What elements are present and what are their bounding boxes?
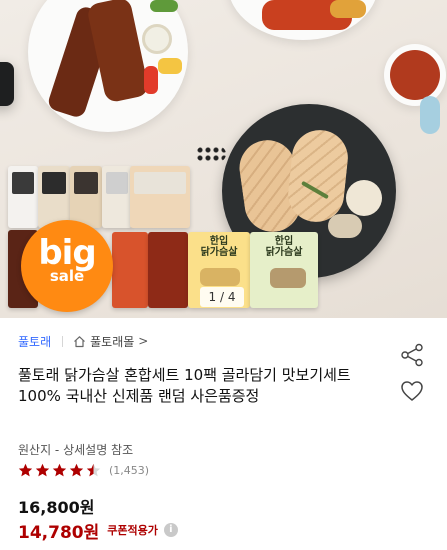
brand-row: 풀토래 풀토래몰 > bbox=[18, 333, 148, 349]
sauce bbox=[390, 50, 440, 100]
pack-row2-2 bbox=[112, 232, 148, 308]
mushroom bbox=[328, 214, 362, 238]
star-icon bbox=[35, 463, 50, 476]
brand-link[interactable]: 풀토래 bbox=[18, 333, 51, 350]
review-count[interactable]: (1,453) bbox=[109, 464, 149, 477]
origin-info: 원산지 - 상세설명 참조 bbox=[18, 443, 134, 457]
star-icon bbox=[18, 463, 33, 476]
peppercorns bbox=[196, 146, 226, 162]
pack-row1-4 bbox=[102, 166, 132, 228]
pack-row1-3 bbox=[70, 166, 102, 228]
coupon-price-label: 쿠폰적용가 bbox=[107, 524, 158, 537]
wishlist-button[interactable] bbox=[399, 379, 425, 403]
lotus-root bbox=[142, 24, 172, 54]
store-link[interactable]: 풀토래몰 > bbox=[73, 333, 148, 350]
pack-row1-1 bbox=[8, 166, 38, 228]
pack-row1-5 bbox=[130, 166, 190, 228]
share-button[interactable] bbox=[399, 342, 425, 368]
share-icon bbox=[401, 343, 423, 367]
star-icon bbox=[86, 463, 101, 476]
badge-sale-text: sale bbox=[49, 267, 85, 285]
pack-row2-3 bbox=[148, 232, 188, 308]
small-bowl-left bbox=[0, 62, 14, 106]
rating-row[interactable]: (1,453) bbox=[18, 462, 149, 478]
corn bbox=[158, 58, 182, 74]
tomato bbox=[144, 66, 158, 94]
badge-big-text: big bbox=[38, 233, 96, 273]
big-sale-badge: big sale bbox=[21, 220, 113, 312]
star-icon bbox=[69, 463, 84, 476]
star-icon bbox=[52, 463, 67, 476]
pack-title-2: 한입 닭가슴살 bbox=[265, 236, 303, 258]
heart-icon bbox=[401, 381, 423, 401]
product-image-carousel[interactable]: 한입 닭가슴살 한입 닭가슴살 big sale 1 / 4 bbox=[0, 0, 447, 318]
pack-row2-5-product bbox=[270, 268, 306, 288]
house-icon bbox=[73, 335, 86, 348]
pack-title-1: 한입 닭가슴살 bbox=[200, 236, 238, 258]
star-rating bbox=[18, 463, 103, 478]
sale-price: 14,780원 bbox=[18, 522, 100, 543]
pack-row2-4-product bbox=[200, 268, 240, 286]
plate-top-right-food-2 bbox=[330, 0, 366, 18]
greens bbox=[150, 0, 178, 12]
original-price: 16,800원 bbox=[18, 498, 95, 517]
chevron-right-icon: > bbox=[138, 334, 149, 348]
sale-price-row: 14,780원 쿠폰적용가 i bbox=[18, 519, 178, 543]
info-icon[interactable]: i bbox=[163, 523, 178, 537]
spoon-handle bbox=[420, 96, 440, 134]
pack-row1-2 bbox=[38, 166, 70, 228]
divider bbox=[62, 335, 64, 347]
image-counter: 1 / 4 bbox=[200, 287, 244, 307]
store-name: 풀토래몰 bbox=[90, 334, 135, 349]
garlic bbox=[346, 180, 382, 216]
product-title: 풀토래 닭가슴살 혼합세트 10팩 골라담기 맛보기세트 100% 국내산 신제… bbox=[18, 366, 351, 405]
